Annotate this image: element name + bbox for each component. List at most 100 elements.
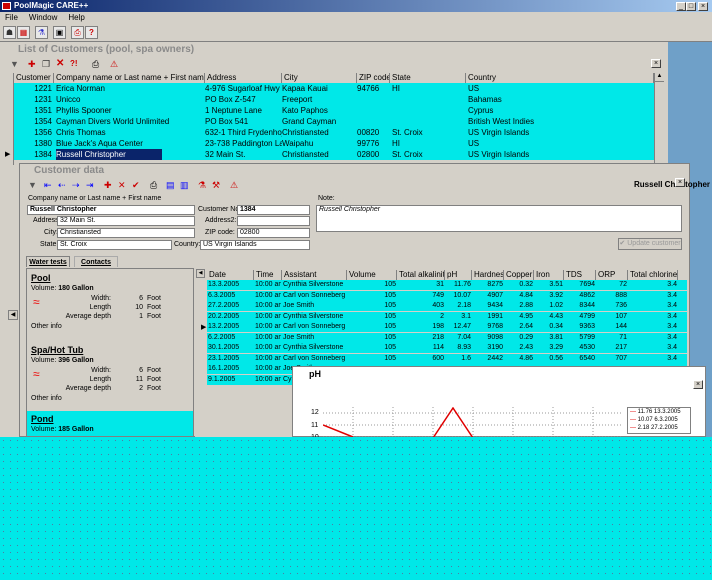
test-cell-orp: 707 bbox=[615, 354, 627, 362]
new-customer-icon[interactable]: ✚ bbox=[28, 59, 36, 70]
customer-no-label: Customer No: bbox=[198, 206, 242, 213]
address-field[interactable]: 32 Main St. bbox=[57, 216, 195, 226]
scroll-up-arrow[interactable]: ▲ bbox=[655, 73, 664, 82]
col-city[interactable]: City bbox=[282, 73, 357, 83]
note-field[interactable]: Russell Christopher bbox=[316, 205, 682, 232]
delete-record-icon[interactable]: ✕ bbox=[118, 180, 126, 191]
test-cell-chlorine: 3.4 bbox=[667, 344, 677, 351]
customer-row[interactable]: 1354 Cayman Divers World Unlimited PO Box … bbox=[14, 116, 654, 127]
country-label: Country: bbox=[174, 241, 201, 248]
customer-row[interactable]: 1384 Russell Christopher 32 Main St. Christ… bbox=[14, 149, 654, 160]
last-record-icon[interactable]: ⇥ bbox=[86, 180, 94, 191]
minimize-button[interactable]: _ bbox=[676, 2, 686, 11]
state-field[interactable]: St. Croix bbox=[57, 240, 172, 250]
customers-scrollbar[interactable]: ▲ bbox=[654, 73, 664, 165]
treatment-icon[interactable]: ⚒ bbox=[212, 180, 220, 191]
menu-file[interactable]: File bbox=[5, 13, 18, 22]
test-row[interactable]: 6.2.2005 10:00 amJoe Smith 105 218 7.04 9098 0… bbox=[207, 332, 687, 343]
col-chlorine[interactable]: Total chlorine bbox=[628, 270, 678, 280]
test-row[interactable]: 20.2.2005 10:00 amCynthia Silverstone 105 2… bbox=[207, 311, 687, 322]
menu-help[interactable]: Help bbox=[68, 13, 84, 22]
print-icon[interactable]: ⎙ bbox=[71, 26, 84, 39]
test-row[interactable]: 13.3.2005 10:00 amCynthia Silverstone 105 3… bbox=[207, 280, 687, 290]
customer-data-close-button[interactable]: × bbox=[675, 178, 685, 187]
alert-icon[interactable]: ⚠ bbox=[110, 59, 118, 70]
chemicals-icon[interactable]: ⚗ bbox=[35, 26, 48, 39]
customer-row[interactable]: 1356 Chris Thomas 632-1 Third Frydenhoj Chr… bbox=[14, 127, 654, 138]
first-record-icon[interactable]: ⇤ bbox=[44, 180, 52, 191]
col-country[interactable]: Country bbox=[466, 73, 654, 83]
col-customer-no[interactable]: Customer No bbox=[14, 73, 54, 83]
test-row[interactable]: 30.1.2005 10:00 amCynthia Silverstone 105 1… bbox=[207, 343, 687, 353]
customer-row[interactable]: 1351 Phyllis Spooner 1 Neptune Lane Kato Pa… bbox=[14, 105, 654, 116]
city-field[interactable]: Christiansted bbox=[57, 228, 195, 238]
col-orp[interactable]: ORP bbox=[596, 270, 628, 280]
tab-contacts[interactable]: Contacts bbox=[74, 256, 118, 267]
help-icon[interactable]: ? bbox=[85, 26, 98, 39]
customer-cell: US bbox=[468, 139, 480, 148]
chemical-icon[interactable]: ⚗ bbox=[198, 180, 206, 191]
tab-water-tests[interactable]: Water tests bbox=[26, 256, 70, 267]
test-row[interactable]: 23.1.2005 10:00 amCarl von Sonneberg 105 60… bbox=[207, 353, 687, 364]
insert-icon[interactable]: ✚ bbox=[104, 180, 112, 191]
test-row[interactable]: 13.2.2005 10:00 amCarl von Sonneberg 105 19… bbox=[207, 322, 687, 332]
test-row[interactable]: 6.3.2005 10:00 amCarl von Sonneberg 105 749… bbox=[207, 290, 687, 301]
delete-icon[interactable]: ✕ bbox=[56, 58, 64, 69]
left-scroll-arrow[interactable]: ◀ bbox=[8, 310, 18, 320]
col-tds[interactable]: TDS bbox=[564, 270, 596, 280]
prev-record-icon[interactable]: ⇠ bbox=[58, 180, 66, 191]
update-customer-button[interactable]: ✔ Update customer bbox=[618, 238, 682, 250]
next-record-icon[interactable]: ⇢ bbox=[72, 180, 80, 191]
col-copper[interactable]: Copper bbox=[504, 270, 534, 280]
filter-icon[interactable]: ▼ bbox=[10, 59, 19, 69]
pool-entry[interactable]: PondVolume: 185 Gallon≈Width:5Foot bbox=[31, 414, 191, 434]
name-field[interactable]: Russell Christopher bbox=[27, 205, 195, 215]
print-record-icon[interactable]: ⎙ bbox=[150, 180, 157, 191]
col-volume[interactable]: Volume bbox=[347, 270, 397, 280]
col-hardness[interactable]: Hardness bbox=[472, 270, 504, 280]
customer-data-toolbar: ▼ ⇤ ⇠ ⇢ ⇥ ✚ ✕ ✔ ⎙ ▤ ▥ ⚗ ⚒ ⚠ bbox=[26, 180, 256, 192]
col-name[interactable]: Company name or Last name + First name bbox=[54, 73, 205, 83]
save-record-icon[interactable]: ✔ bbox=[132, 180, 140, 191]
customer-cell: 1231 bbox=[34, 95, 52, 104]
ph-chart-close-button[interactable]: × bbox=[693, 380, 703, 389]
col-iron[interactable]: Iron bbox=[534, 270, 564, 280]
copy-icon[interactable]: ❐ bbox=[42, 59, 50, 70]
close-button[interactable]: × bbox=[698, 2, 708, 11]
customers-icon[interactable]: ☗ bbox=[3, 26, 16, 39]
menu-window[interactable]: Window bbox=[29, 13, 57, 22]
warning-icon[interactable]: ⚠ bbox=[230, 180, 238, 191]
customer-row[interactable]: 1231 Unicco PO Box Z-547 Freeport Bahamas bbox=[14, 94, 654, 105]
customer-row[interactable]: 1380 Blue Jack's Aqua Center 23-738 Paddin… bbox=[14, 138, 654, 149]
chart-icon[interactable]: ▥ bbox=[180, 180, 189, 191]
pool-entry[interactable]: Pool Volume: 180 Gallon ≈ Width: 6 Foot Length… bbox=[31, 273, 191, 330]
pool-entry[interactable]: Spa/Hot Tub Volume: 396 Gallon ≈ Width: 6 Foo… bbox=[31, 345, 191, 402]
save-icon[interactable]: ▣ bbox=[53, 26, 66, 39]
col-date[interactable]: Date bbox=[207, 270, 254, 280]
test-cell-chlorine: 3.4 bbox=[667, 312, 677, 320]
grid-left-arrow[interactable]: ◀ bbox=[196, 269, 205, 278]
customer-no-field[interactable]: 1384 bbox=[237, 205, 310, 215]
find-icon[interactable]: ?! bbox=[70, 59, 78, 68]
dim-value: 10 bbox=[135, 304, 143, 311]
col-time[interactable]: Time bbox=[254, 270, 282, 280]
customer-row[interactable]: 1221 Erica Norman 4-976 Sugarloaf Hwy Kapaa… bbox=[14, 83, 654, 94]
test-row[interactable]: 27.2.2005 10:00 amJoe Smith 105 403 2.18 9434… bbox=[207, 301, 687, 311]
customer-cell: Chris Thomas bbox=[56, 128, 106, 137]
zip-field[interactable]: 02800 bbox=[237, 228, 310, 238]
address2-label: Address2: bbox=[205, 217, 237, 224]
col-alkalinity[interactable]: Total alkalinity bbox=[397, 270, 445, 280]
col-address[interactable]: Address bbox=[205, 73, 282, 83]
maximize-button[interactable]: □ bbox=[686, 2, 696, 11]
address2-field[interactable] bbox=[237, 216, 310, 226]
country-field[interactable]: US Virgin Islands bbox=[200, 240, 310, 250]
legend-entry-3: 2.18 27.2.2005 bbox=[637, 425, 678, 431]
print-list-icon[interactable]: ⎙ bbox=[92, 59, 99, 70]
report-icon[interactable]: ▤ bbox=[166, 180, 175, 191]
col-zip[interactable]: ZIP code bbox=[357, 73, 390, 83]
col-state[interactable]: State bbox=[390, 73, 466, 83]
col-ph[interactable]: pH bbox=[445, 270, 472, 280]
tests-icon[interactable]: ▦ bbox=[17, 26, 30, 39]
col-assistant[interactable]: Assistant bbox=[282, 270, 347, 280]
filter-icon[interactable]: ▼ bbox=[28, 180, 37, 190]
